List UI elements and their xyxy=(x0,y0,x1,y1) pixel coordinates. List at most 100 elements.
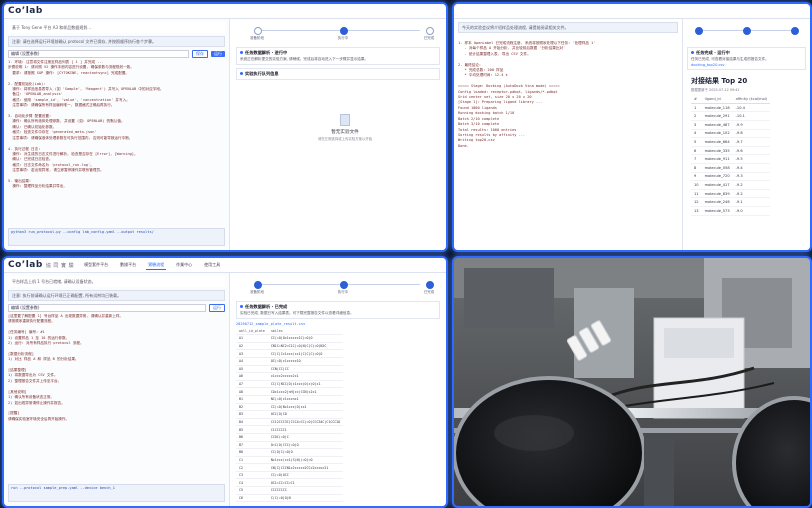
table-cell: A5 xyxy=(236,365,268,374)
table-row[interactable]: 7 molecule_911 -9.5 xyxy=(691,154,771,164)
table-row[interactable]: 10 molecule_417 -9.2 xyxy=(691,180,771,190)
mode-select[interactable]: 编辑 (设置参数) xyxy=(8,50,189,58)
table-row[interactable]: A4 OC(=O)c1ccccc1O xyxy=(236,357,344,366)
table-cell: C3 xyxy=(236,471,268,480)
table-row[interactable]: A6 c1ccc2ccccc2c1 xyxy=(236,372,344,381)
top-hint: 平台样品上机 1 号台已就绪, 请确认设备状态。 xyxy=(8,276,225,287)
table-row[interactable]: 4 molecule_102 -9.8 xyxy=(691,129,771,139)
step-label-3: 已完成 xyxy=(423,290,435,294)
column-header: ligand_id xyxy=(701,95,733,104)
table-cell: 13 xyxy=(691,206,702,216)
table-row[interactable]: A8 COc1ccc2[nH]cc(CCN)c2c1 xyxy=(236,387,344,396)
step-dot-1 xyxy=(254,281,262,289)
step-dot-3 xyxy=(426,27,434,35)
table-cell: B6 xyxy=(236,433,268,442)
step-dot-3 xyxy=(426,281,434,289)
table-row[interactable]: A5 CCN(CC)CC xyxy=(236,365,344,374)
table-row[interactable]: 13 molecule_573 -9.0 xyxy=(691,206,771,216)
nav-tab-3[interactable]: 作業中心 xyxy=(174,261,194,269)
table-cell: CC(C)Cc1ccc(cc1)C(C)C(=O)O xyxy=(267,349,344,358)
table-row[interactable]: A2 CN1C=NC2=C1C(=O)N(C)C(=O)N2C xyxy=(236,342,344,351)
table-row[interactable]: B8 CC(O)C(=O)O xyxy=(236,448,344,457)
command-box[interactable]: python3 run_protocol.py --config lab_con… xyxy=(8,228,225,246)
table-cell: -9.0 xyxy=(732,206,771,216)
command-box[interactable]: run --protocol sample_prep.yaml --device… xyxy=(8,484,225,502)
table-row[interactable]: 9 molecule_720 -9.3 xyxy=(691,172,771,182)
table-cell: molecule_058 xyxy=(701,163,733,173)
protocol-text[interactable]: 1. 环境: 注意将文件注册至样品列表 [ 1 ] 并完成 ... 步骤说明 1:… xyxy=(8,60,225,190)
table-row[interactable]: 8 molecule_058 -9.4 xyxy=(691,163,771,173)
panel-lab-camera xyxy=(452,256,812,508)
table-row[interactable]: B2 CC(=O)Nc1ccc(O)cc1 xyxy=(236,403,344,412)
nav-tab-2[interactable]: 實驗流程 xyxy=(146,261,167,270)
table-row[interactable]: C1 Nc1ccc(cc1)S(N)(=O)=O xyxy=(236,456,344,465)
table-row[interactable]: 11 molecule_839 -9.2 xyxy=(691,189,771,199)
table-cell: 11 xyxy=(691,189,702,199)
table-cell: B3 xyxy=(236,410,268,419)
nav-tab-4[interactable]: 使用工具 xyxy=(202,261,222,269)
table-cell: A4 xyxy=(236,357,268,366)
table-row[interactable]: 5 molecule_664 -9.7 xyxy=(691,137,771,147)
table-cell: -10.4 xyxy=(732,103,771,113)
table-row[interactable]: 3 molecule_487 -9.9 xyxy=(691,120,771,130)
table-row[interactable]: B5 C1CCCCC1 xyxy=(236,425,344,434)
column-header: smiles xyxy=(267,327,344,336)
app-header: Co’lab xyxy=(4,4,446,19)
table-row[interactable]: C6 C(C(=O)O)N xyxy=(236,494,344,503)
table-row[interactable]: A3 CC(C)Cc1ccc(cc1)C(C)C(=O)O xyxy=(236,349,344,358)
table-row[interactable]: 6 molecule_335 -9.6 xyxy=(691,146,771,156)
table-cell: A6 xyxy=(236,372,268,381)
mode-select[interactable]: 编辑 (设置参数) xyxy=(8,304,206,312)
table-row[interactable]: A1 CC(=O)Oc1ccccc1C(=O)O xyxy=(236,334,344,343)
status-card: 任务数据解析 · 进行中 系统正在解析提交的实验方案, 请稍候。完成后将自动进入… xyxy=(236,47,440,65)
table-cell: B7 xyxy=(236,441,268,450)
top-hint: 基于 Tony Gene 平台 A3 和样品数据规划... xyxy=(8,22,225,33)
table-cell: OC1=CC=CC=C1 xyxy=(267,478,344,488)
table-cell: -9.7 xyxy=(732,137,771,147)
table-row[interactable]: C3 CC(=O)OCC xyxy=(236,471,344,480)
nav-tab-1[interactable]: 數據平台 xyxy=(118,261,138,269)
status-card: 任务数据解析 · 已完成 实验已完成, 数据已写入结果表。可下载完整报告文件以查… xyxy=(236,301,440,319)
table-row[interactable]: 2 molecule_291 -10.1 xyxy=(691,111,771,121)
table-row[interactable]: 1 molecule_118 -10.4 xyxy=(691,103,771,113)
table-cell: A1 xyxy=(236,334,268,343)
app-logo: Co’lab 協 同 實 驗 xyxy=(8,260,75,270)
table-row[interactable]: B6 CCOC(=O)C xyxy=(236,433,344,442)
lab-robot-photo xyxy=(454,258,810,506)
protocol-text[interactable]: [这里要了解配置 1] 号台样品 A 出现数据异常, 请确认并重新上样。 请按顺序… xyxy=(8,314,225,422)
table-row[interactable]: B1 NC(=O)c1cccnc1 xyxy=(236,395,344,404)
nav-tab-0[interactable]: 模型套件平台 xyxy=(82,261,110,269)
result-file-link[interactable]: 20250712_sample_plate_result.csv xyxy=(236,322,440,326)
table-row[interactable]: B4 CC12CCC3C(CCC4=CC(=O)CCC34C)C1CCC2O xyxy=(236,418,344,427)
table-cell: CC(=O)Oc1ccccc1C(=O)O xyxy=(267,334,344,343)
notice-box: 注意: 执行前请确认运行环境已正确配置, 所有试剂均已装载。 xyxy=(8,290,225,301)
table-cell: -9.9 xyxy=(732,120,771,130)
table-row[interactable]: C2 CN(C)CCCN1c2ccccc2CCc2ccccc21 xyxy=(236,463,344,472)
queue-card[interactable]: 实验执行队列信息 xyxy=(236,67,440,80)
table-cell: CN1C=NC2=C1C(=O)N(C)C(=O)N2C xyxy=(267,342,344,351)
table-row[interactable]: C5 CCCCCCCC xyxy=(236,486,344,495)
table-row[interactable]: B7 O=C(O)CCC(=O)O xyxy=(236,441,344,450)
step-label-2: 执行中 xyxy=(337,36,349,40)
table-cell: molecule_573 xyxy=(701,206,733,216)
table-cell: COc1ccc2[nH]cc(CCN)c2c1 xyxy=(267,387,344,396)
table-cell: 12 xyxy=(691,197,702,207)
panel-docking-results: 今天的实验会议将介绍样品处理流程, 请提前阅读相关文件。 1. 样本 OpenL… xyxy=(452,2,812,252)
step-dot-1 xyxy=(695,27,703,35)
table-row[interactable]: B3 OCC(O)CO xyxy=(236,410,344,419)
run-button[interactable]: 运行 xyxy=(209,304,225,312)
table-row[interactable]: C4 OC1=CC=CC=C1 xyxy=(236,478,344,488)
table-cell: molecule_335 xyxy=(701,146,733,156)
result-file-link[interactable]: docking_top20.csv xyxy=(691,63,802,68)
save-button[interactable]: 保存 xyxy=(192,50,208,58)
app-logo: Co’lab xyxy=(8,6,43,16)
table-cell: C5 xyxy=(236,486,268,495)
table-cell: -9.5 xyxy=(732,154,771,164)
run-button[interactable]: 运行 xyxy=(211,51,225,57)
document-icon xyxy=(340,114,350,126)
table-row[interactable]: A7 CC(C)NCC(O)c1ccc(O)c(O)c1 xyxy=(236,380,344,389)
panel-workflow-editor: Co’lab 基于 Tony Gene 平台 A3 和样品数据规划... 注意:… xyxy=(2,2,448,252)
table-row[interactable]: 12 molecule_246 -9.1 xyxy=(691,197,771,207)
table-cell: C1CCCCC1 xyxy=(267,425,344,434)
step-dot-2 xyxy=(743,27,751,35)
